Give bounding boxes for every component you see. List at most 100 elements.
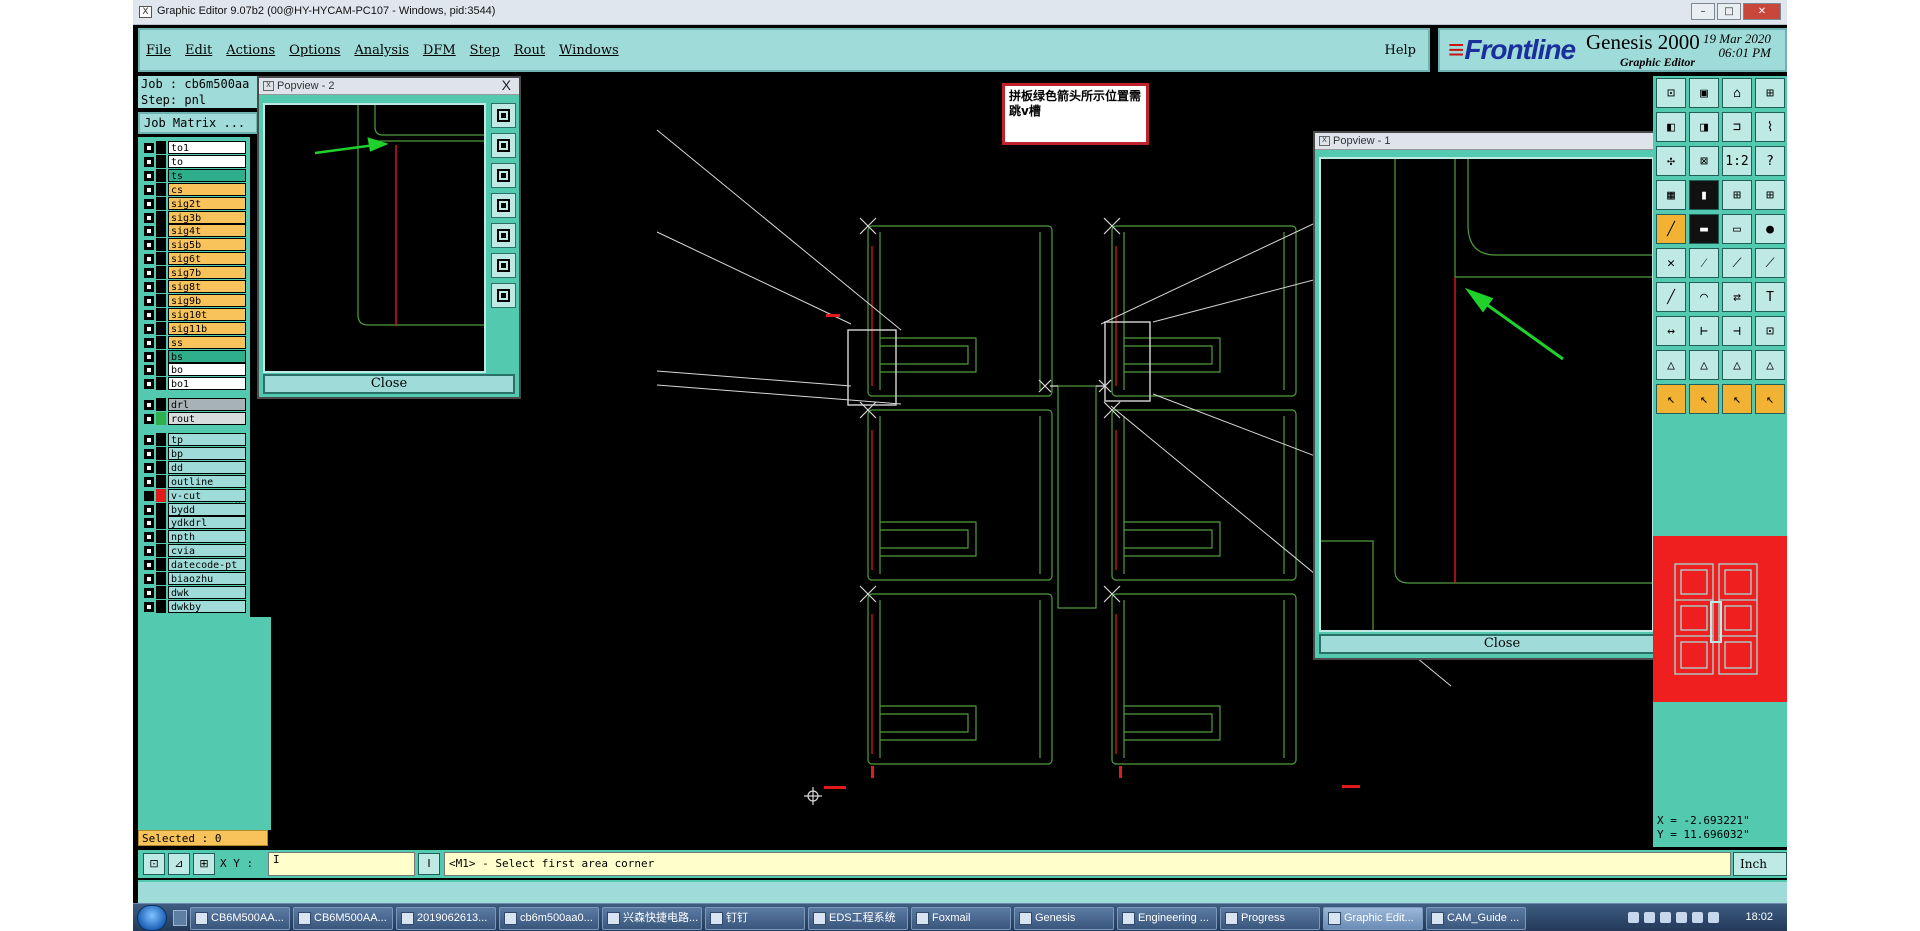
layer-checkbox[interactable] — [144, 518, 154, 529]
taskbar-item[interactable]: Genesis — [1014, 907, 1114, 930]
maximize-button[interactable]: □ — [1717, 3, 1741, 20]
layer-checkbox[interactable] — [144, 490, 154, 501]
taskbar-item[interactable]: 兴森快捷电路... — [602, 907, 702, 930]
layer-checkbox[interactable] — [144, 337, 154, 348]
connect-icon[interactable]: ⁄ — [1689, 248, 1719, 278]
text-tool-icon[interactable]: T — [1755, 282, 1785, 312]
popview-1-titlebar[interactable]: X Popview - 1 X — [1315, 132, 1689, 150]
popview-2-tool-1[interactable] — [491, 103, 516, 128]
angle-mode-icon[interactable]: ⊿ — [168, 853, 190, 875]
layer-color-swatch[interactable] — [156, 280, 166, 293]
tray-icon-3[interactable] — [1660, 912, 1671, 923]
layer-checkbox[interactable] — [144, 574, 154, 584]
layer-row[interactable]: sig6t — [142, 252, 246, 266]
menu-edit[interactable]: Edit — [185, 43, 212, 58]
layer-color-swatch[interactable] — [156, 398, 166, 412]
popview-2-close-button[interactable]: Close — [263, 374, 515, 394]
layer-checkbox[interactable] — [144, 435, 154, 445]
layer-name[interactable]: dwkby — [168, 599, 246, 613]
taskbar-item[interactable]: Foxmail — [911, 907, 1011, 930]
layer-checkbox[interactable] — [144, 448, 154, 459]
layer-name[interactable]: sig7b — [168, 266, 246, 280]
cross-icon[interactable]: ✕ — [1656, 248, 1686, 278]
layer-name[interactable]: to — [168, 154, 246, 168]
layer-checkbox[interactable] — [144, 560, 154, 571]
layer-color-swatch[interactable] — [156, 307, 166, 321]
layer-color-swatch[interactable] — [156, 599, 166, 613]
layer-color-swatch[interactable] — [156, 412, 166, 426]
layer-row[interactable]: outline — [142, 474, 246, 488]
overview-minimap[interactable] — [1653, 536, 1787, 702]
split-view-icon[interactable]: ⊞ — [1755, 78, 1785, 108]
taskbar-item[interactable]: Graphic Edit... — [1323, 907, 1423, 930]
popview-2-close-icon[interactable]: X — [502, 77, 511, 93]
layer-name[interactable]: sig6t — [168, 252, 246, 266]
layer-checkbox[interactable] — [144, 365, 154, 376]
ruler-icon[interactable]: ▭ — [1722, 214, 1752, 244]
layer-checkbox[interactable] — [144, 546, 154, 557]
job-matrix-button[interactable]: Job Matrix ... — [138, 112, 258, 134]
layer-color-swatch[interactable] — [156, 446, 166, 460]
layer-color-swatch[interactable] — [156, 252, 166, 266]
taskbar-item[interactable]: cb6m500aa0... — [499, 907, 599, 930]
select-arrow-2-icon[interactable]: ↖ — [1689, 384, 1719, 414]
help-icon[interactable]: ? — [1755, 146, 1785, 176]
taskbar-item[interactable]: CB6M500AA... — [190, 907, 290, 930]
layer-row[interactable]: to — [142, 154, 246, 168]
layer-row[interactable]: sig8t — [142, 280, 246, 293]
layer-row[interactable]: sig9b — [142, 293, 246, 307]
layer-row[interactable]: bydd — [142, 502, 246, 516]
layer-color-swatch[interactable] — [156, 210, 166, 224]
layer-color-swatch[interactable] — [156, 433, 166, 446]
layer-color-swatch[interactable] — [156, 585, 166, 599]
layer-name[interactable]: v-cut — [168, 488, 246, 502]
layer-name[interactable]: sig8t — [168, 280, 246, 293]
layer-row[interactable]: bo1 — [142, 377, 246, 391]
triangle-tool-3-icon[interactable]: △ — [1722, 350, 1752, 380]
layer-row[interactable]: cs — [142, 182, 246, 196]
zoom-ratio-button[interactable]: 1:2 — [1722, 146, 1752, 176]
window-titlebar[interactable]: X Graphic Editor 9.07b2 (00@HY-HYCAM-PC1… — [133, 0, 1787, 25]
layer-checkbox[interactable] — [144, 170, 154, 181]
tray-icon-5[interactable] — [1692, 912, 1703, 923]
tray-icon-1[interactable] — [1628, 912, 1639, 923]
menu-actions[interactable]: Actions — [226, 43, 275, 58]
layer-name[interactable]: sig10t — [168, 307, 246, 321]
layer-row[interactable]: cvia — [142, 544, 246, 558]
pad-tool-icon[interactable]: ▬ — [1689, 214, 1719, 244]
align-icon[interactable]: ⊢ — [1689, 316, 1719, 346]
layer-row[interactable]: »v-cut — [142, 488, 246, 508]
popview-2-titlebar[interactable]: X Popview - 2 X — [259, 77, 519, 95]
layer-row[interactable]: sig10t — [142, 307, 246, 321]
distribute-icon[interactable]: ⊣ — [1722, 316, 1752, 346]
layer-name[interactable]: ydkdrl — [168, 516, 246, 530]
unit-selector[interactable]: Inch — [1733, 852, 1787, 876]
layer-name[interactable]: cvia — [168, 544, 246, 558]
tray-icon-6[interactable] — [1708, 912, 1719, 923]
layer-name[interactable]: bp — [168, 446, 246, 460]
layer-checkbox[interactable] — [144, 226, 154, 237]
layer-checkbox[interactable] — [144, 156, 154, 167]
popview-2-tool-2[interactable] — [491, 133, 516, 158]
layer-row[interactable]: dwkby — [142, 599, 246, 613]
layer-checkbox[interactable] — [144, 184, 154, 195]
layer-row[interactable]: biaozhu — [142, 572, 246, 585]
layer-name[interactable]: npth — [168, 530, 246, 544]
layer-checkbox[interactable] — [144, 532, 154, 543]
group-icon[interactable]: ⊡ — [1755, 316, 1785, 346]
layer-name[interactable]: tp — [168, 433, 246, 446]
minimize-button[interactable]: – — [1691, 3, 1715, 20]
layer-row[interactable]: dd — [142, 460, 246, 474]
menu-step[interactable]: Step — [470, 43, 500, 58]
show-desktop-icon[interactable] — [173, 910, 187, 926]
layer-color-swatch[interactable] — [156, 224, 166, 238]
layer-color-swatch[interactable] — [156, 154, 166, 168]
arc-icon[interactable]: ◠ — [1689, 282, 1719, 312]
layer-row[interactable]: sig7b — [142, 266, 246, 280]
layer-checkbox[interactable] — [144, 323, 154, 334]
layer-color-swatch[interactable] — [156, 474, 166, 488]
popview-2-tool-7[interactable] — [491, 283, 516, 308]
zoom-home-icon[interactable]: ⊡ — [1656, 78, 1686, 108]
layer-color-swatch[interactable] — [156, 363, 166, 377]
start-button[interactable] — [137, 905, 167, 931]
